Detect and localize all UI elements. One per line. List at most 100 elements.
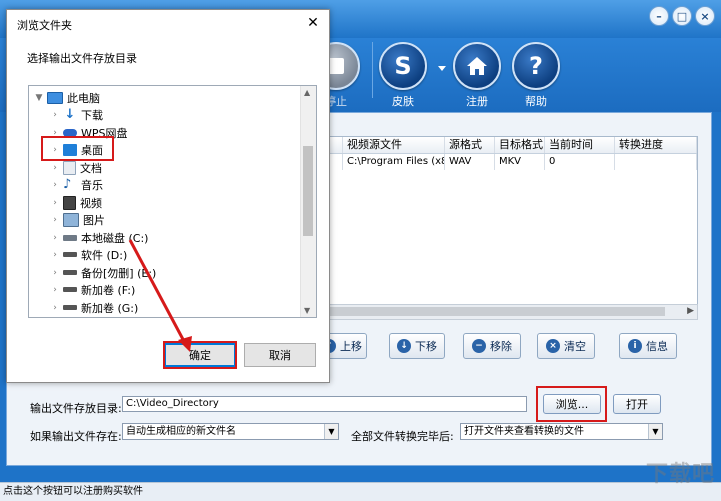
chevron-down-icon: ▼ xyxy=(324,424,338,439)
status-text: 点击这个按钮可以注册购买软件 xyxy=(3,486,143,497)
after-convert-value: 打开文件夹查看转换的文件 xyxy=(464,426,584,437)
skin-dropdown-arrow-icon[interactable] xyxy=(438,66,446,71)
tree-item-downloads[interactable]: › ↓ 下载 xyxy=(51,106,103,123)
chevron-right-icon[interactable]: › xyxy=(51,233,59,243)
tree-item-music[interactable]: › ♪ 音乐 xyxy=(51,176,103,193)
help-button[interactable]: ? 帮助 xyxy=(506,42,566,109)
document-folder-icon xyxy=(63,160,76,175)
tree-item-label: 视频 xyxy=(80,196,102,210)
table-cell: 0 xyxy=(545,154,615,170)
file-exists-value: 自动生成相应的新文件名 xyxy=(126,426,236,437)
file-exists-select[interactable]: 自动生成相应的新文件名 ▼ xyxy=(122,423,339,440)
chevron-right-icon[interactable]: › xyxy=(51,198,59,208)
browse-folder-dialog: 浏览文件夹 ✕ 选择输出文件存放目录 ▼ 此电脑 › ↓ 下载 › WPS网盘 … xyxy=(6,9,330,383)
clear-label: 清空 xyxy=(564,340,586,353)
column-header[interactable]: 当前时间 xyxy=(545,137,615,153)
table-cell: WAV xyxy=(445,154,495,170)
tree-item-label: 软件 (D:) xyxy=(81,248,128,262)
close-icon[interactable]: ✕ xyxy=(303,13,323,33)
tree-item-pictures[interactable]: › 图片 xyxy=(51,211,105,228)
scroll-right-arrow-icon[interactable]: ▶ xyxy=(687,306,694,316)
column-header[interactable]: 转换进度 xyxy=(615,137,697,153)
tree-item-label: 下载 xyxy=(81,108,103,122)
table-row[interactable]: C:\Program Files (x86)... WAV MKV 0 xyxy=(311,154,697,170)
folder-tree[interactable]: ▼ 此电脑 › ↓ 下载 › WPS网盘 › 桌面 › 文档 › ♪ 音乐 › … xyxy=(28,85,317,318)
column-header[interactable]: 目标格式 xyxy=(495,137,545,153)
window-controls: – □ × xyxy=(649,6,715,26)
clear-button[interactable]: × 清空 xyxy=(537,333,595,359)
table-cell: MKV xyxy=(495,154,545,170)
chevron-right-icon[interactable]: › xyxy=(51,250,59,260)
minus-icon: − xyxy=(472,339,486,353)
drive-icon xyxy=(63,287,77,292)
tree-item-drive-c[interactable]: › 本地磁盘 (C:) xyxy=(51,229,148,246)
music-note-icon: ♪ xyxy=(63,176,72,192)
tree-item-drive-f[interactable]: › 新加卷 (F:) xyxy=(51,281,135,298)
skin-label: 皮肤 xyxy=(392,95,414,108)
scrollbar-thumb[interactable] xyxy=(325,307,665,316)
x-icon: × xyxy=(546,339,560,353)
remove-button[interactable]: − 移除 xyxy=(463,333,521,359)
watermark: 下载吧 xyxy=(645,462,715,487)
tree-item-label: 文档 xyxy=(80,161,102,175)
output-dir-value: C:\Video_Directory xyxy=(126,398,219,409)
tree-vertical-scrollbar[interactable]: ▲ ▼ xyxy=(300,86,316,317)
dialog-description: 选择输出文件存放目录 xyxy=(27,52,137,65)
picture-icon xyxy=(63,212,79,227)
column-header[interactable]: 视频源文件 xyxy=(343,137,445,153)
tree-item-label: 备份[勿删] (E:) xyxy=(81,266,157,280)
close-window-button[interactable]: × xyxy=(695,6,715,26)
register-button[interactable]: 注册 xyxy=(447,42,507,109)
table-header: 源 视频源文件 源格式 目标格式 当前时间 转换进度 xyxy=(311,137,697,154)
table-cell: C:\Program Files (x86)... xyxy=(343,154,445,170)
tree-item-videos[interactable]: › 视频 xyxy=(51,194,102,211)
file-list-table[interactable]: 源 视频源文件 源格式 目标格式 当前时间 转换进度 C:\Program Fi… xyxy=(310,136,698,308)
table-horizontal-scrollbar[interactable]: ▶ xyxy=(310,304,698,320)
open-button[interactable]: 打开 xyxy=(613,394,661,414)
drive-icon xyxy=(63,270,77,275)
move-down-label: 下移 xyxy=(415,340,437,353)
cancel-label: 取消 xyxy=(269,349,291,362)
chevron-right-icon[interactable]: › xyxy=(51,215,59,225)
column-header[interactable]: 源格式 xyxy=(445,137,495,153)
maximize-button[interactable]: □ xyxy=(672,6,692,26)
after-convert-select[interactable]: 打开文件夹查看转换的文件 ▼ xyxy=(460,423,663,440)
chevron-right-icon[interactable]: › xyxy=(51,180,59,190)
register-label: 注册 xyxy=(466,95,488,108)
after-convert-label: 全部文件转换完毕后: xyxy=(351,430,454,443)
cancel-button[interactable]: 取消 xyxy=(244,343,316,367)
download-arrow-icon: ↓ xyxy=(64,106,76,122)
scroll-up-arrow-icon[interactable]: ▲ xyxy=(304,88,310,97)
move-down-button[interactable]: ↓ 下移 xyxy=(389,333,445,359)
chevron-right-icon[interactable]: › xyxy=(51,163,59,173)
table-cell xyxy=(615,154,697,170)
scroll-down-arrow-icon[interactable]: ▼ xyxy=(304,306,310,315)
info-label: 信息 xyxy=(646,340,668,353)
chevron-down-icon[interactable]: ▼ xyxy=(35,93,43,103)
chevron-down-icon: ▼ xyxy=(648,424,662,439)
tree-item-label: 新加卷 (F:) xyxy=(81,283,136,297)
home-icon xyxy=(453,42,501,90)
status-bar: 点击这个按钮可以注册购买软件 xyxy=(0,482,721,501)
tree-item-this-pc[interactable]: ▼ 此电脑 xyxy=(35,89,100,106)
computer-icon xyxy=(47,91,63,104)
tree-item-drive-e[interactable]: › 备份[勿删] (E:) xyxy=(51,264,156,281)
info-button[interactable]: i 信息 xyxy=(619,333,677,359)
skin-button[interactable]: S 皮肤 xyxy=(373,42,433,109)
remove-label: 移除 xyxy=(490,340,512,353)
dialog-title: 浏览文件夹 xyxy=(17,19,72,32)
open-label: 打开 xyxy=(626,398,648,411)
move-up-label: 上移 xyxy=(340,340,362,353)
output-dir-field[interactable]: C:\Video_Directory xyxy=(122,396,527,412)
chevron-right-icon[interactable]: › xyxy=(51,268,59,278)
drive-icon xyxy=(63,252,77,257)
minimize-button[interactable]: – xyxy=(649,6,669,26)
chevron-right-icon[interactable]: › xyxy=(51,110,59,120)
tree-item-label: 音乐 xyxy=(81,178,103,192)
chevron-right-icon[interactable]: › xyxy=(51,285,59,295)
tree-item-drive-d[interactable]: › 软件 (D:) xyxy=(51,246,127,263)
chevron-right-icon[interactable]: › xyxy=(51,303,59,313)
scrollbar-thumb[interactable] xyxy=(303,146,313,236)
tree-item-drive-g[interactable]: › 新加卷 (G:) xyxy=(51,299,138,316)
tree-item-documents[interactable]: › 文档 xyxy=(51,159,102,176)
